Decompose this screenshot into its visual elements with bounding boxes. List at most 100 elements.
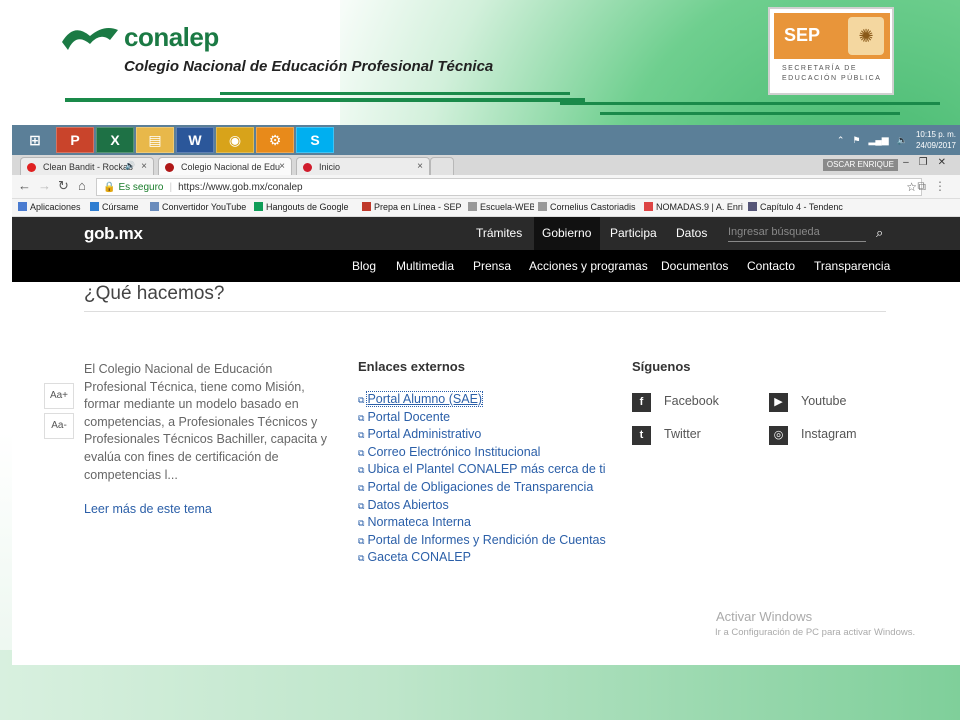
- nav-link[interactable]: Multimedia: [396, 259, 454, 273]
- search-icon[interactable]: ⌕: [876, 225, 883, 241]
- bookmark-item[interactable]: Cúrsame: [90, 202, 146, 212]
- external-link-icon: ⧉: [358, 465, 365, 476]
- nav-link[interactable]: Datos: [676, 226, 707, 240]
- external-link[interactable]: ⧉ Ubica el Plantel CONALEP más cerca de t…: [358, 462, 606, 480]
- external-link-label: Normateca Interna: [367, 515, 471, 530]
- external-link[interactable]: ⧉ Normateca Interna: [358, 515, 606, 533]
- decrease-font-button[interactable]: Aa-: [44, 413, 74, 439]
- bookmark-star-icon[interactable]: ☆: [906, 180, 917, 194]
- tab-audio-icon[interactable]: 🔊: [125, 161, 135, 170]
- bookmark-favicon-icon: [748, 202, 757, 211]
- settings-gear-icon[interactable]: ⚙: [256, 127, 294, 153]
- bookmark-item[interactable]: Convertidor YouTube: [150, 202, 250, 212]
- bookmark-favicon-icon: [254, 202, 263, 211]
- external-link[interactable]: ⧉ Portal Alumno (SAE): [358, 391, 606, 410]
- social-link[interactable]: Youtube: [801, 394, 846, 408]
- windows-start-icon[interactable]: ⊞: [16, 127, 54, 153]
- external-link-label: Portal de Obligaciones de Transparencia: [367, 479, 594, 494]
- nav-link[interactable]: Prensa: [473, 259, 511, 273]
- external-link[interactable]: ⧉ Portal de Obligaciones de Transparencia: [358, 480, 606, 498]
- volume-icon[interactable]: 🔈: [897, 135, 908, 146]
- nav-link[interactable]: Blog: [352, 259, 376, 273]
- external-link-icon: ⧉: [358, 535, 365, 546]
- back-arrow-icon[interactable]: ←: [18, 178, 31, 193]
- tab-close-icon[interactable]: ×: [279, 161, 285, 172]
- page-title: ¿Qué hacemos?: [84, 283, 225, 304]
- file-explorer-icon[interactable]: ▤: [136, 127, 174, 153]
- mexico-seal-icon: ✺: [848, 17, 884, 55]
- browser-tab[interactable]: Colegio Nacional de Edu ×: [158, 157, 292, 175]
- chrome-icon[interactable]: ◉: [216, 127, 254, 153]
- home-icon[interactable]: ⌂: [78, 178, 86, 193]
- external-link[interactable]: ⧉ Portal Docente: [358, 410, 606, 428]
- bookmark-item[interactable]: Escuela-WEB: [468, 202, 534, 212]
- bookmark-label: Prepa en Línea - SEP: [374, 202, 462, 212]
- read-more-link[interactable]: Leer más de este tema: [84, 502, 212, 516]
- instagram-icon[interactable]: ◎: [769, 426, 788, 445]
- nav-link[interactable]: Contacto: [747, 259, 795, 273]
- tab-title: Colegio Nacional de Edu: [181, 162, 281, 172]
- search-input[interactable]: Ingresar búsqueda: [728, 226, 866, 242]
- social-link[interactable]: Facebook: [664, 394, 719, 408]
- nav-link[interactable]: Participa: [610, 226, 657, 240]
- bookmark-label: Cornelius Castoriadis: [550, 202, 636, 212]
- external-link[interactable]: ⧉ Portal Administrativo: [358, 427, 606, 445]
- bookmark-item[interactable]: Aplicaciones: [18, 202, 86, 212]
- bookmark-label: Cúrsame: [102, 202, 139, 212]
- nav-link[interactable]: Transparencia: [814, 259, 890, 273]
- window-controls[interactable]: –❐✕: [903, 157, 956, 168]
- word-icon[interactable]: W: [176, 127, 214, 153]
- stripe: [220, 92, 570, 95]
- bookmarks-bar: Aplicaciones Cúrsame Convertidor YouTube Ha…: [12, 199, 960, 217]
- bookmark-favicon-icon: [468, 202, 477, 211]
- tray-chevron-icon[interactable]: ⌃: [837, 135, 845, 146]
- bookmark-item[interactable]: Cornelius Castoriadis: [538, 202, 640, 212]
- bookmark-item[interactable]: Capítulo 4 - Tendenc: [748, 202, 848, 212]
- external-link[interactable]: ⧉ Correo Electrónico Institucional: [358, 445, 606, 463]
- url-field[interactable]: 🔒 Es seguro | https://www.gob.mx/conalep…: [96, 178, 922, 196]
- bookmark-label: Aplicaciones: [30, 202, 81, 212]
- reload-icon[interactable]: ↻: [58, 178, 69, 194]
- external-link-label: Portal de Informes y Rendición de Cuenta…: [367, 532, 606, 547]
- external-link-label: Correo Electrónico Institucional: [367, 444, 541, 459]
- flag-icon[interactable]: ⚑: [852, 135, 860, 146]
- sep-label: SEP: [784, 25, 821, 45]
- twitter-icon[interactable]: t: [632, 426, 651, 445]
- skype-icon[interactable]: S: [296, 127, 334, 153]
- bookmark-item[interactable]: Prepa en Línea - SEP: [362, 202, 464, 212]
- external-link[interactable]: ⧉ Datos Abiertos: [358, 498, 606, 516]
- social-link[interactable]: Instagram: [801, 427, 857, 441]
- bookmark-item[interactable]: NOMADAS.9 | A. Enri: [644, 202, 744, 212]
- clock[interactable]: 10:15 p. m. 24/09/2017: [916, 129, 956, 151]
- url-text: https://www.gob.mx/conalep: [178, 181, 303, 193]
- gob-logo[interactable]: gob.mx: [84, 224, 143, 244]
- excel-icon[interactable]: X: [96, 127, 134, 153]
- bookmark-item[interactable]: Hangouts de Google: [254, 202, 358, 212]
- facebook-icon[interactable]: f: [632, 393, 651, 412]
- external-link-icon: ⧉: [358, 412, 365, 423]
- browser-tab[interactable]: Clean Bandit - Rockab 🔊 ×: [20, 157, 154, 175]
- external-link-label: Portal Docente: [367, 409, 451, 424]
- new-tab-button[interactable]: [430, 157, 454, 175]
- profile-chip[interactable]: OSCAR ENRIQUE: [822, 159, 898, 171]
- forward-arrow-icon[interactable]: →: [38, 178, 51, 193]
- external-link[interactable]: ⧉ Portal de Informes y Rendición de Cuent…: [358, 533, 606, 551]
- tab-close-icon[interactable]: ×: [141, 161, 147, 172]
- nav-link[interactable]: Acciones y programas: [529, 259, 648, 273]
- powerpoint-icon[interactable]: P: [56, 127, 94, 153]
- extension-icons[interactable]: ⧉⋮: [917, 179, 954, 194]
- browser-tab[interactable]: Inicio ×: [296, 157, 430, 175]
- tab-close-icon[interactable]: ×: [417, 161, 423, 172]
- divider: [84, 311, 886, 312]
- nav-link[interactable]: Trámites: [476, 226, 522, 240]
- network-icon[interactable]: ▂▄▆: [869, 135, 889, 146]
- external-link[interactable]: ⧉ Gaceta CONALEP: [358, 550, 606, 568]
- external-links-title: Enlaces externos: [358, 359, 465, 374]
- youtube-icon[interactable]: ▶: [769, 393, 788, 412]
- nav-link[interactable]: Gobierno: [542, 226, 591, 240]
- tab-favicon-icon: [27, 163, 36, 172]
- increase-font-button[interactable]: Aa+: [44, 383, 74, 409]
- url-divider: |: [169, 181, 173, 193]
- social-link[interactable]: Twitter: [664, 427, 701, 441]
- nav-link[interactable]: Documentos: [661, 259, 728, 273]
